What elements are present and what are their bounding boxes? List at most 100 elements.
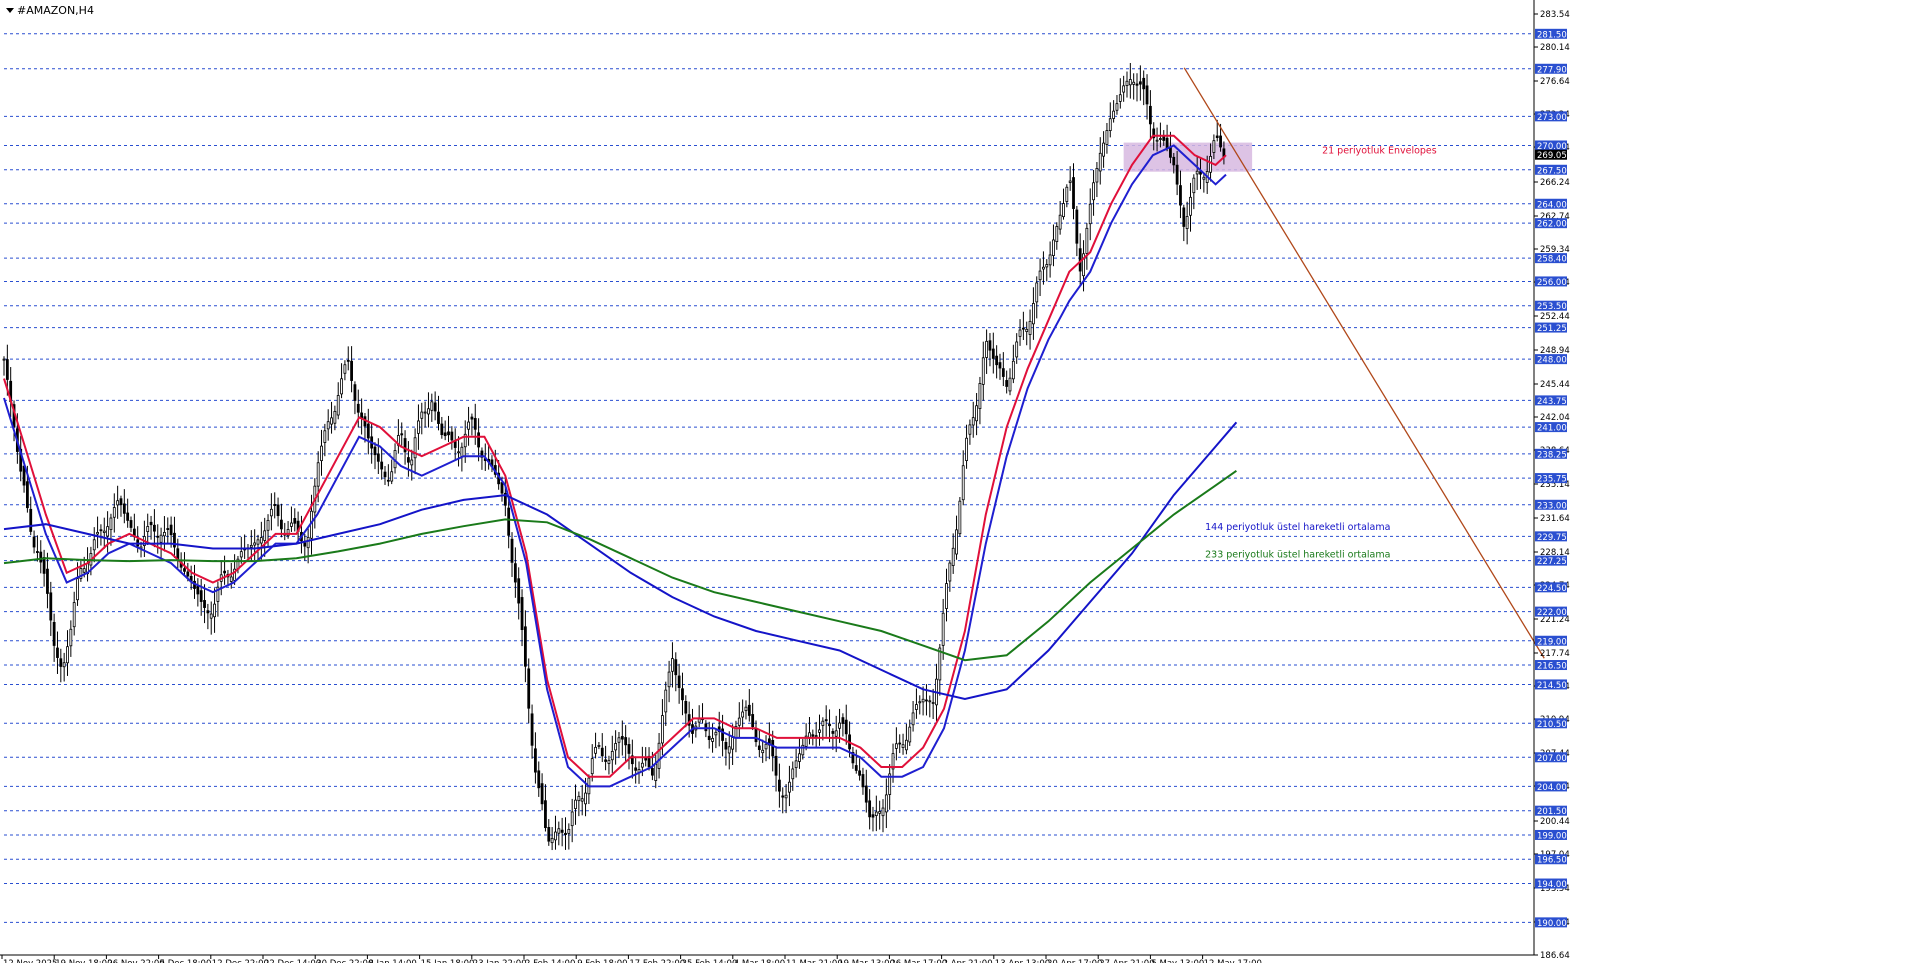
candle-body <box>383 471 387 478</box>
candle-body <box>584 792 587 805</box>
candle-body <box>1088 203 1092 225</box>
candle-body <box>861 774 865 788</box>
candle-body <box>423 411 427 414</box>
candle-body <box>661 715 664 744</box>
candle-body <box>343 364 347 374</box>
candle-body <box>92 539 96 551</box>
candle-body <box>915 704 918 710</box>
candle-body <box>1001 368 1005 377</box>
candle-body <box>1169 146 1172 158</box>
time-tick-label: 26 Nov 22:00 <box>107 959 164 963</box>
candle-body <box>938 647 942 681</box>
candle-body <box>958 500 962 535</box>
candle-body <box>554 831 557 841</box>
candle-body <box>1052 239 1055 256</box>
candle-body <box>42 557 46 574</box>
candle-body <box>1219 135 1222 148</box>
candle-body <box>1008 377 1012 392</box>
candle-body <box>443 432 447 437</box>
candle-body <box>741 711 745 718</box>
candle-body <box>557 828 561 834</box>
time-tick-label: 23 Jan 22:00 <box>473 959 527 963</box>
candle-body <box>447 431 450 436</box>
price-level-label: 243.75 <box>1537 397 1567 407</box>
candle-body <box>22 465 26 486</box>
candle-body <box>1185 216 1189 229</box>
candle-body <box>293 518 297 524</box>
candle-body <box>25 481 29 509</box>
candle-body <box>577 795 581 802</box>
candle-body <box>981 357 985 385</box>
candle-body <box>674 659 678 676</box>
price-level-label: 207.00 <box>1537 754 1567 764</box>
candle-body <box>844 719 848 735</box>
candle-body <box>169 524 173 536</box>
candle-body <box>911 712 915 726</box>
time-tick-label: 5 Dec 18:00 <box>160 959 212 963</box>
annotation-label-1: 144 periyotluk üstel hareketli ortalama <box>1205 522 1390 533</box>
candle-body <box>567 828 571 834</box>
price-tick-label: 231.64 <box>1540 514 1570 524</box>
candle-body <box>821 720 825 726</box>
candle-body <box>256 539 260 545</box>
candle-body <box>580 798 584 802</box>
candle-body <box>49 592 53 621</box>
candle-body <box>617 737 621 743</box>
candle-body <box>751 714 755 728</box>
candle-body <box>1128 79 1132 86</box>
candle-body <box>253 542 257 546</box>
candle-body <box>159 534 163 543</box>
annotation-label-0: 21 periyotluk Envelopes <box>1322 145 1437 156</box>
price-tick-label: 266.24 <box>1540 178 1570 188</box>
candle-body <box>72 602 76 628</box>
candle-body <box>627 744 631 754</box>
candle-body <box>1032 303 1035 325</box>
candle-body <box>921 698 925 703</box>
candle-body <box>798 753 801 762</box>
price-tick-label: 217.74 <box>1540 649 1570 659</box>
price-level-label: 258.40 <box>1537 255 1567 265</box>
price-chart[interactable]: 21 periyotluk Envelopes 144 periyotluk üs… <box>0 0 1916 967</box>
candle-body <box>1179 185 1182 206</box>
candle-body <box>109 517 113 530</box>
candle-body <box>901 744 905 748</box>
candle-body <box>854 765 858 771</box>
candle-body <box>550 837 554 844</box>
candle-body <box>634 767 638 771</box>
candle-body <box>1045 264 1049 268</box>
dropdown-triangle-icon[interactable] <box>6 8 14 13</box>
candle-body <box>183 568 186 572</box>
price-level-label: 251.25 <box>1537 324 1567 334</box>
candle-body <box>948 562 952 582</box>
candle-body <box>410 459 414 466</box>
candle-body <box>82 568 86 573</box>
candle-body <box>1215 135 1219 138</box>
chart-area[interactable]: 21 periyotluk Envelopes 144 periyotluk üs… <box>0 0 1916 967</box>
candle-body <box>600 747 604 757</box>
time-tick-label: 25 Feb 14:00 <box>682 959 738 963</box>
price-level-label: 201.50 <box>1537 807 1567 817</box>
candle-body <box>99 529 103 532</box>
candle-body <box>303 542 307 547</box>
candle-body <box>714 731 718 736</box>
candle-body <box>2 358 6 361</box>
price-level-label: 248.00 <box>1537 356 1567 366</box>
price-level-label: 214.50 <box>1537 681 1567 691</box>
candle-body <box>757 745 761 750</box>
candle-body <box>1015 341 1019 358</box>
price-level-label: 256.00 <box>1537 278 1567 288</box>
candle-body <box>1038 270 1042 281</box>
candle-body <box>998 362 1002 369</box>
candle-body <box>523 626 527 667</box>
candle-body <box>5 359 9 380</box>
candle-body <box>607 759 611 764</box>
candle-body <box>209 613 213 619</box>
candle-body <box>59 658 63 667</box>
candle-body <box>1145 85 1149 105</box>
candle-body <box>513 563 517 583</box>
candle-body <box>453 441 457 448</box>
time-tick-label: 2 Apr 21:00 <box>943 959 993 963</box>
candle-body <box>881 807 885 817</box>
candle-body <box>316 462 320 487</box>
candle-body <box>1062 203 1065 218</box>
